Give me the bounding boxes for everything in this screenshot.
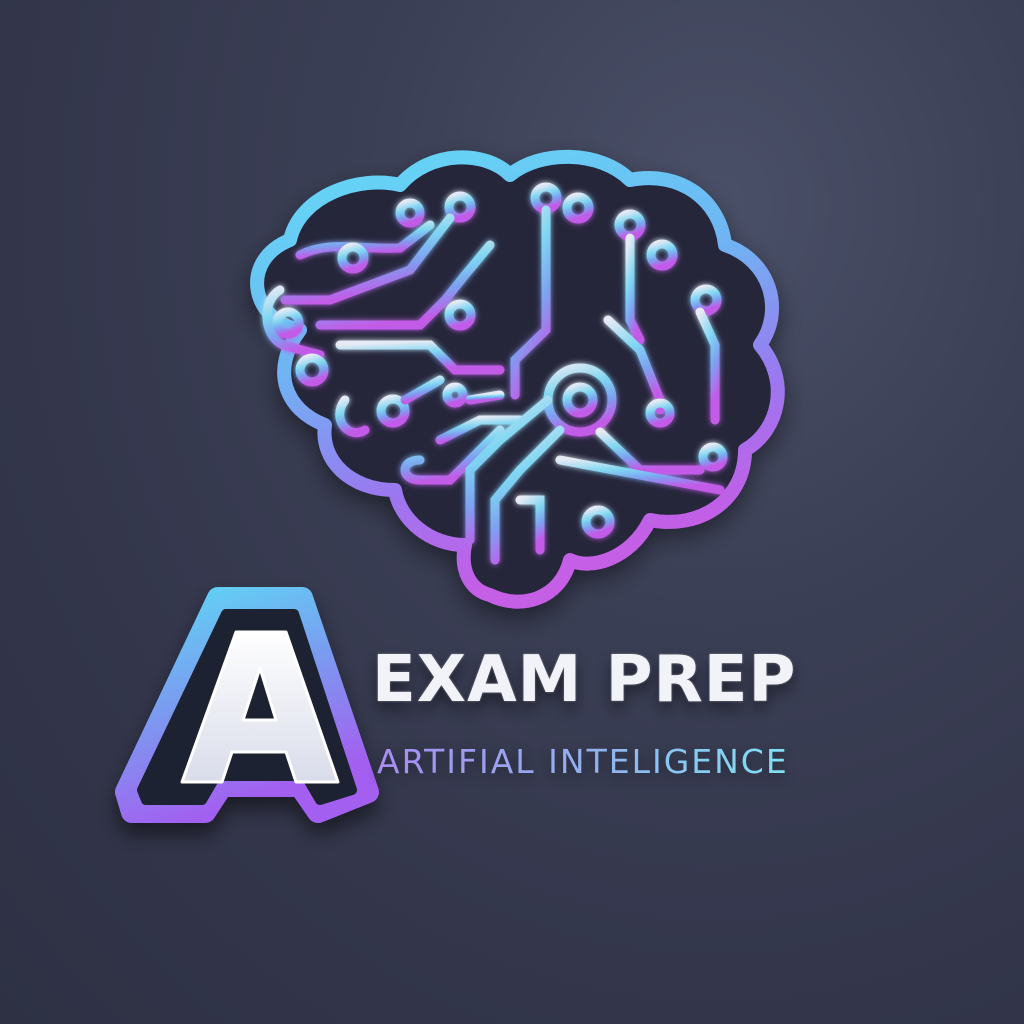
logo-subtitle: ARTIFIAL INTELIGENCE [377,742,789,781]
letter-a-badge-icon [115,587,379,823]
exam-prep-logo: EXAM PREP ARTIFIAL INTELIGENCE [0,0,1024,1024]
logo-title: EXAM PREP [372,643,797,717]
